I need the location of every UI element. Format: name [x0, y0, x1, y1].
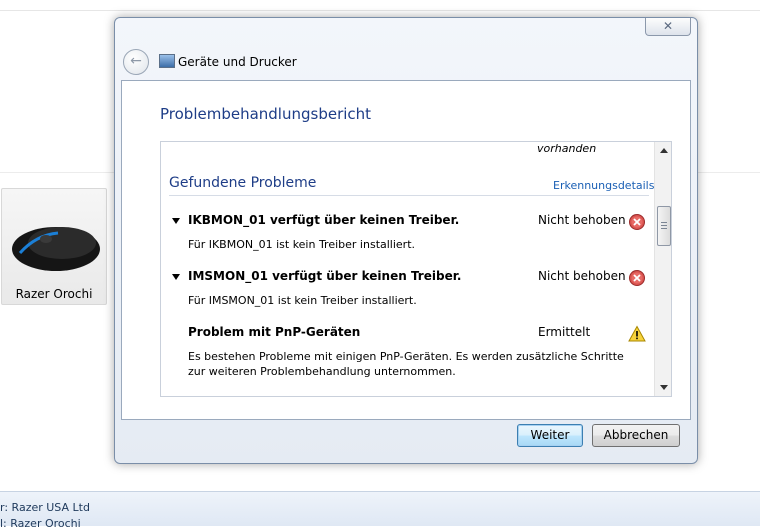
problem-item: Problem mit PnP-Geräten Es bestehen Prob… [161, 325, 651, 385]
expand-arrow-icon[interactable] [172, 274, 180, 280]
expand-arrow-icon[interactable] [172, 218, 180, 224]
device-label: Razer Orochi [15, 287, 93, 301]
error-icon [629, 214, 645, 230]
problem-status: Nicht behoben [538, 269, 626, 283]
problem-description: Für IMSMON_01 ist kein Treiber installie… [188, 294, 417, 307]
next-button[interactable]: Weiter [517, 424, 583, 447]
vertical-scrollbar[interactable] [654, 142, 671, 396]
scroll-up-icon[interactable] [660, 148, 668, 153]
page-title: Problembehandlungsbericht [160, 105, 372, 123]
breadcrumb: Geräte und Drucker [178, 55, 297, 69]
mouse-icon [12, 227, 100, 271]
section-heading: Gefundene Probleme [169, 175, 317, 191]
scroll-down-icon[interactable] [660, 385, 668, 390]
divider [169, 195, 649, 196]
problem-item: IMSMON_01 verfügt über keinen Treiber. F… [161, 269, 651, 319]
problem-description: Es bestehen Probleme mit einigen PnP-Ger… [188, 350, 624, 378]
dialog-content: Problembehandlungsbericht vorhanden Gefu… [121, 80, 691, 420]
problem-status: Nicht behoben [538, 213, 626, 227]
device-razer-orochi[interactable]: Razer Orochi [1, 188, 107, 305]
devices-printers-icon [159, 54, 175, 68]
window-border [0, 10, 760, 11]
truncated-text: vorhanden [537, 142, 597, 155]
close-button[interactable]: ✕ [645, 18, 691, 36]
detail-model: l: Razer Orochi [0, 517, 81, 530]
warning-icon [628, 325, 646, 342]
details-pane: r: Razer USA Ltd l: Razer Orochi [0, 491, 760, 530]
report-scroll-area[interactable]: vorhanden Gefundene Probleme Erkennungsd… [160, 141, 672, 397]
problem-status: Ermittelt [538, 325, 591, 339]
problem-item: IKBMON_01 verfügt über keinen Treiber. F… [161, 213, 651, 263]
close-icon: ✕ [662, 19, 674, 33]
error-icon [629, 270, 645, 286]
detection-details-link[interactable]: Erkennungsdetails [553, 179, 654, 192]
problem-title[interactable]: IMSMON_01 verfügt über keinen Treiber. [188, 269, 461, 283]
troubleshooting-dialog: ✕ ← Geräte und Drucker Problembehandlung… [114, 17, 698, 464]
problem-title[interactable]: IKBMON_01 verfügt über keinen Treiber. [188, 213, 459, 227]
detail-manufacturer: r: Razer USA Ltd [0, 501, 90, 514]
problem-title: Problem mit PnP-Geräten [188, 325, 361, 339]
back-button[interactable]: ← [123, 49, 149, 75]
scroll-thumb[interactable] [657, 206, 671, 246]
problem-description: Für IKBMON_01 ist kein Treiber installie… [188, 238, 416, 251]
cancel-button[interactable]: Abbrechen [592, 424, 680, 447]
back-arrow-icon: ← [130, 53, 142, 69]
